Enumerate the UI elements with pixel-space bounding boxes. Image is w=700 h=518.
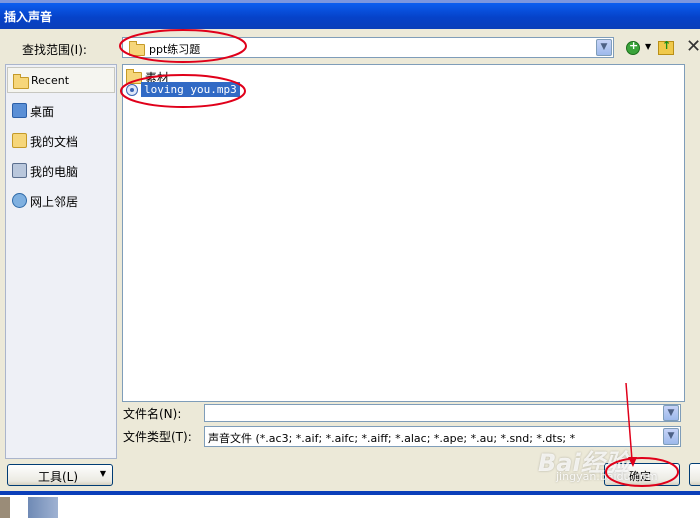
- annotation-arrow-head: [628, 457, 637, 467]
- annotation-circle-lookin: [119, 29, 247, 63]
- annotation-arrow-line: [625, 382, 633, 461]
- annotation-circle-file: [120, 74, 246, 108]
- annotation-overlay: [119, 29, 679, 487]
- annotation-circle-ok: [605, 457, 679, 487]
